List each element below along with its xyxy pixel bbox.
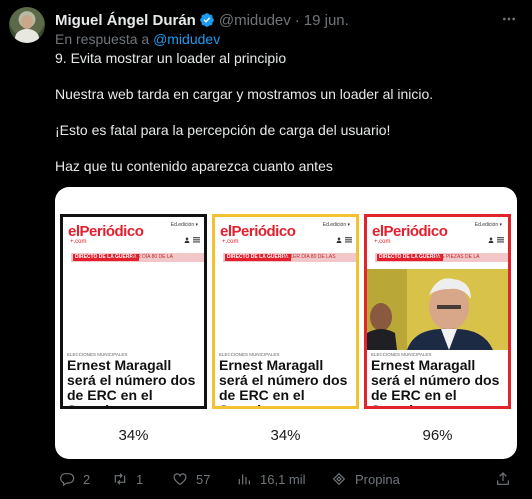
banner-text: LA 1ER DÍA 80 DE LAS [283, 254, 336, 260]
reply-button[interactable]: 2 [59, 470, 90, 488]
article-headline: Ernest Maragall será el número dos de ER… [67, 357, 196, 407]
banner-text: 1ER DÍA 80 DE LA [131, 254, 173, 260]
site-logo-sub: +.com [374, 239, 391, 245]
loading-frame-1: elPeriódico +.com Ed.edición ▾ DIRECTO D… [60, 214, 207, 409]
edition-selector: Ed.edición ▾ [474, 222, 502, 228]
author-name[interactable]: Miguel Ángel Durán [55, 12, 196, 29]
tweet-media-image[interactable]: elPeriódico +.com Ed.edición ▾ DIRECTO D… [55, 187, 517, 459]
tweet-text-line: ¡Esto es fatal para la percepción de car… [55, 122, 391, 138]
tweet-text-line: Haz que tu contenido aparezca cuanto ant… [55, 158, 333, 174]
retweet-count: 1 [136, 471, 144, 487]
views-button[interactable]: 16,1 mil [236, 470, 306, 488]
site-logo: elPeriódico [372, 223, 448, 240]
reply-prefix: En respuesta a [55, 31, 150, 47]
views-icon [238, 474, 250, 485]
article-photo [367, 269, 508, 350]
tip-icon [332, 472, 346, 486]
percent-label: 34% [270, 427, 301, 444]
banner-text: LAS PIEZAS DE LA [435, 254, 480, 260]
like-count: 57 [196, 471, 211, 487]
header-separator: · [294, 11, 300, 29]
share-button[interactable] [495, 470, 511, 488]
like-button[interactable]: 57 [172, 470, 210, 488]
tweet-header: Miguel Ángel Durán @midudev · 19 jun. [55, 10, 349, 30]
article-headline: Ernest Maragall será el número dos de ER… [371, 357, 500, 407]
menu-icon [345, 237, 352, 243]
site-logo: elPeriódico [68, 223, 144, 240]
site-logo-sub: +.com [222, 239, 239, 245]
user-icon [184, 237, 190, 243]
views-count: 16,1 mil [260, 471, 306, 487]
banner-tag: DIRECTO DE LA GUERRA [73, 254, 139, 261]
tip-label: Propina [355, 471, 400, 487]
edition-selector: Ed.edición ▾ [322, 222, 350, 228]
reply-mention-link[interactable]: @midudev [153, 31, 220, 47]
tweet-text-line: 9. Evita mostrar un loader al principio [55, 50, 287, 66]
reply-icon [60, 473, 75, 487]
breaking-banner: DIRECTO DE LA GUERRA LAS PIEZAS DE LA [375, 253, 508, 262]
reply-count: 2 [83, 471, 91, 487]
avatar[interactable] [9, 7, 45, 43]
percent-label: 96% [422, 427, 453, 444]
tweet[interactable]: Miguel Ángel Durán @midudev · 19 jun. En… [0, 0, 532, 499]
site-logo: elPeriódico [220, 223, 296, 240]
loading-frame-3: elPeriódico +.com Ed.edición ▾ DIRECTO D… [364, 214, 511, 409]
tweet-text-line: Nuestra web tarda en cargar y mostramos … [55, 86, 434, 102]
author-handle[interactable]: @midudev [219, 12, 291, 29]
banner-tag: DIRECTO DE LA GUERRA [225, 254, 291, 261]
percent-label: 34% [118, 427, 149, 444]
verified-badge-icon [199, 12, 215, 28]
menu-icon [193, 237, 200, 243]
site-logo-sub: +.com [70, 239, 87, 245]
share-icon [497, 472, 509, 485]
breaking-banner: DIRECTO DE LA GUERRA LA 1ER DÍA 80 DE LA… [223, 253, 356, 262]
menu-icon [497, 237, 504, 243]
reply-context: En respuesta a @midudev [55, 31, 220, 47]
tweet-date[interactable]: 19 jun. [304, 12, 349, 29]
banner-tag: DIRECTO DE LA GUERRA [377, 254, 443, 261]
edition-selector: Ed.edición ▾ [170, 222, 198, 228]
loading-frame-2: elPeriódico +.com Ed.edición ▾ DIRECTO D… [212, 214, 359, 409]
retweet-icon [114, 473, 126, 485]
user-icon [336, 237, 342, 243]
retweet-button[interactable]: 1 [112, 470, 143, 488]
article-headline: Ernest Maragall será el número dos de ER… [219, 357, 348, 407]
like-icon [173, 473, 187, 486]
breaking-banner: DIRECTO DE LA GUERRA 1ER DÍA 80 DE LA [71, 253, 204, 262]
user-icon [488, 237, 494, 243]
tip-button[interactable]: Propina [331, 470, 400, 488]
more-icon[interactable] [501, 11, 517, 27]
